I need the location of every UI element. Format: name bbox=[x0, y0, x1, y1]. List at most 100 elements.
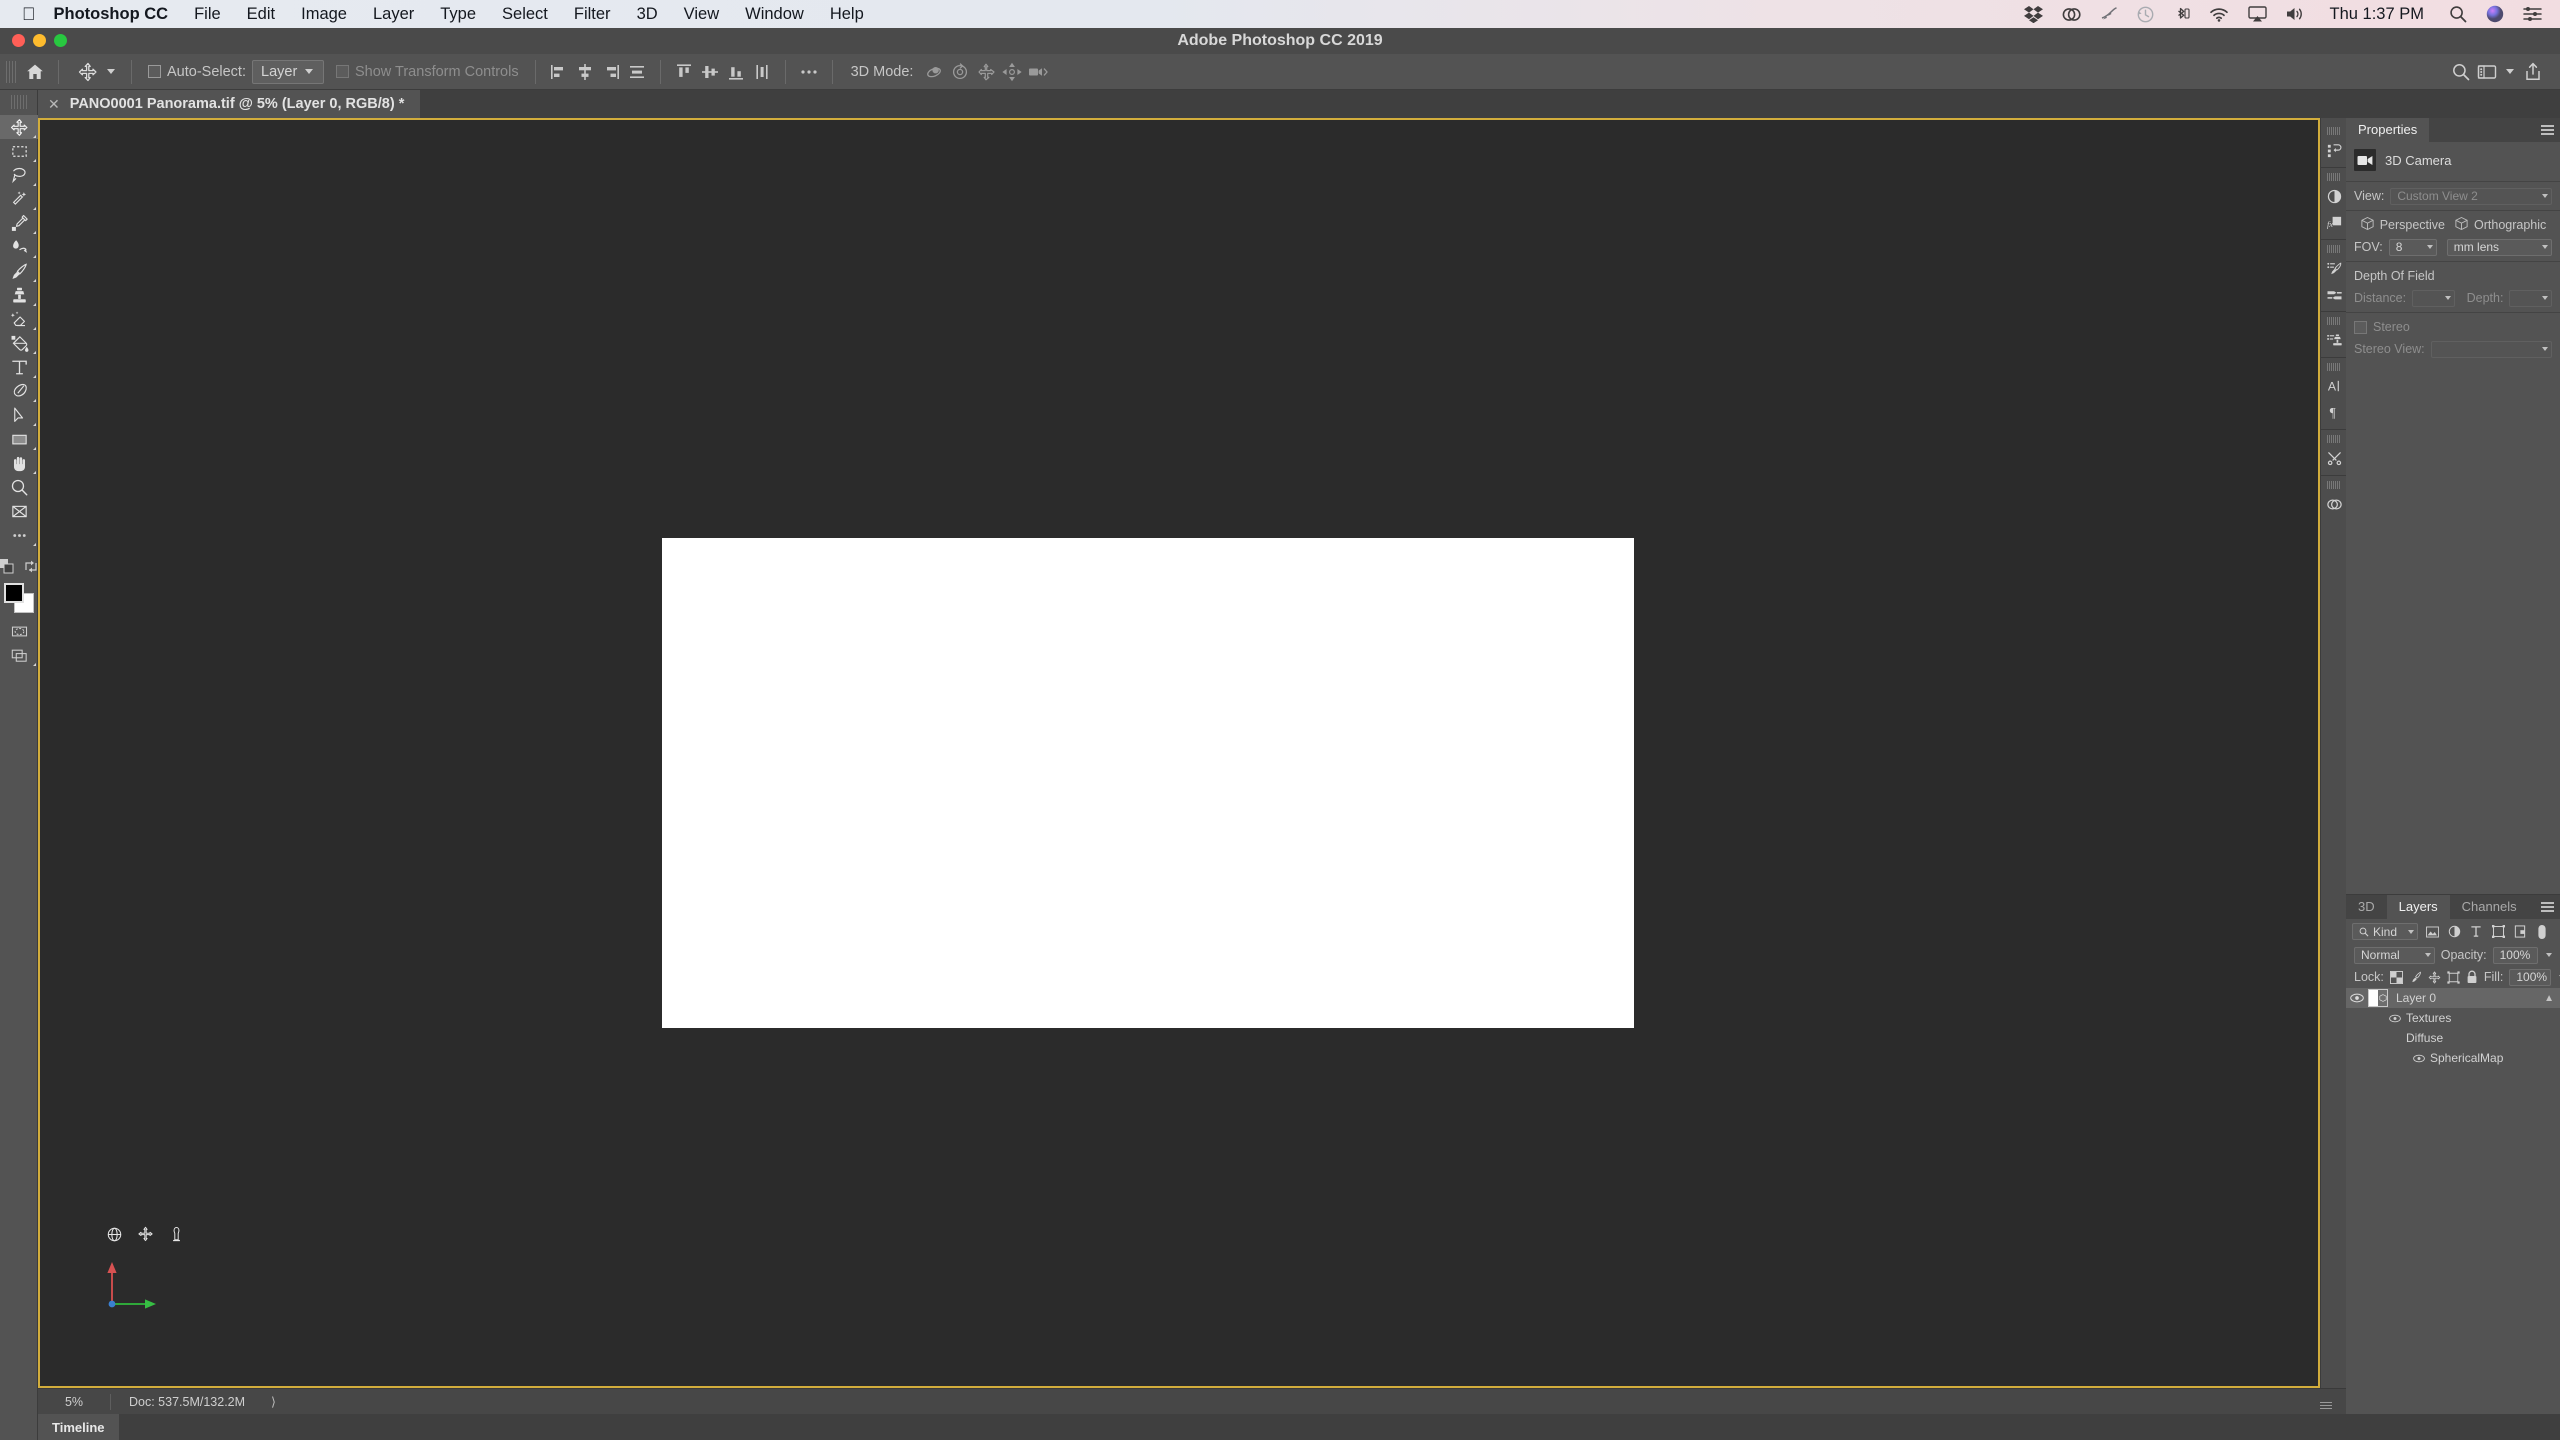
filter-adjustment-icon[interactable] bbox=[2446, 924, 2462, 940]
menu-item-3d[interactable]: 3D bbox=[624, 5, 671, 24]
airplay-icon[interactable] bbox=[2248, 6, 2267, 22]
rail-grip[interactable] bbox=[2327, 127, 2341, 135]
rail-grip[interactable] bbox=[2327, 435, 2341, 443]
tool-edit-toolbar[interactable] bbox=[0, 523, 38, 547]
share-icon[interactable] bbox=[2520, 59, 2546, 85]
swoosh-icon[interactable] bbox=[2100, 6, 2118, 22]
chevron-down-icon[interactable] bbox=[2427, 245, 2433, 249]
rail-grip[interactable] bbox=[2327, 173, 2341, 181]
layer-row-textures[interactable]: Textures bbox=[2346, 1008, 2560, 1028]
auto-select-checkbox[interactable] bbox=[148, 65, 161, 78]
panel-collapse-icon[interactable] bbox=[2320, 1402, 2332, 1410]
menu-item-app-name[interactable]: Photoshop CC bbox=[50, 5, 182, 24]
layer-visibility-icon[interactable] bbox=[2346, 993, 2368, 1003]
chevron-right-icon[interactable]: ⟩ bbox=[245, 1394, 276, 1409]
depth-input[interactable] bbox=[2509, 290, 2552, 307]
auto-select-group[interactable]: Auto-Select: Layer bbox=[142, 59, 330, 85]
tab-properties[interactable]: Properties bbox=[2346, 118, 2429, 142]
orthographic-cube-icon[interactable] bbox=[2454, 216, 2469, 234]
document-artboard[interactable] bbox=[662, 538, 1634, 1028]
perspective-cube-icon[interactable] bbox=[2360, 216, 2375, 234]
canvas-area[interactable] bbox=[38, 118, 2320, 1388]
rail-grip[interactable] bbox=[2327, 317, 2341, 325]
align-horizontal-centers-icon[interactable] bbox=[572, 59, 598, 85]
layer-name[interactable]: Diffuse bbox=[2406, 1031, 2443, 1045]
close-icon[interactable]: ✕ bbox=[48, 96, 60, 113]
tool-flyout-icon[interactable] bbox=[33, 279, 36, 282]
screen-mode-button[interactable] bbox=[0, 643, 38, 667]
filter-pixel-icon[interactable] bbox=[2424, 924, 2440, 940]
rail-grip[interactable] bbox=[2327, 363, 2341, 371]
layer-row-diffuse[interactable]: Diffuse bbox=[2346, 1028, 2560, 1048]
tab-layers[interactable]: Layers bbox=[2387, 895, 2450, 919]
search-icon[interactable] bbox=[2448, 59, 2474, 85]
layer-name[interactable]: Textures bbox=[2406, 1011, 2451, 1025]
layer-visibility-icon[interactable] bbox=[2408, 1054, 2430, 1063]
panel-menu-icon[interactable] bbox=[2541, 902, 2554, 912]
tool-flyout-icon[interactable] bbox=[33, 399, 36, 402]
tab-3d[interactable]: 3D bbox=[2346, 895, 2387, 919]
tool-move[interactable] bbox=[0, 115, 38, 139]
roll-3d-icon[interactable] bbox=[947, 59, 973, 85]
zoom-level[interactable]: 5% bbox=[38, 1395, 110, 1409]
chevron-down-icon[interactable] bbox=[2506, 69, 2514, 74]
tool-flyout-icon[interactable] bbox=[33, 255, 36, 258]
filter-toggle-icon[interactable] bbox=[2534, 924, 2550, 940]
tool-flyout-icon[interactable] bbox=[33, 327, 36, 330]
more-options-icon[interactable] bbox=[796, 59, 822, 85]
tool-flyout-icon[interactable] bbox=[33, 375, 36, 378]
rail-grip[interactable] bbox=[2327, 481, 2341, 489]
layer-row-sphericalmap[interactable]: SphericalMap bbox=[2346, 1048, 2560, 1068]
menu-item-select[interactable]: Select bbox=[489, 5, 561, 24]
filter-shape-icon[interactable] bbox=[2490, 924, 2506, 940]
distribute-vertically-icon[interactable] bbox=[749, 59, 775, 85]
show-transform-checkbox[interactable] bbox=[336, 65, 349, 78]
paragraph-icon[interactable]: ¶ bbox=[2321, 399, 2347, 425]
spotlight-search-icon[interactable] bbox=[2449, 5, 2467, 23]
tab-timeline[interactable]: Timeline bbox=[38, 1414, 119, 1440]
siri-icon[interactable] bbox=[2486, 5, 2504, 23]
cc-libraries-icon[interactable] bbox=[2321, 491, 2347, 517]
blend-mode-dropdown[interactable]: Normal bbox=[2354, 947, 2435, 964]
tools-icon[interactable] bbox=[2321, 445, 2347, 471]
document-tab[interactable]: ✕ PANO0001 Panorama.tif @ 5% (Layer 0, R… bbox=[38, 90, 420, 118]
menu-item-type[interactable]: Type bbox=[427, 5, 489, 24]
stereo-checkbox[interactable] bbox=[2354, 321, 2367, 334]
zoom-3d-camera-icon[interactable] bbox=[1025, 59, 1051, 85]
workspace-switcher-icon[interactable] bbox=[2474, 59, 2500, 85]
chevron-down-icon[interactable] bbox=[2546, 953, 2552, 957]
layer-name[interactable]: Layer 0 bbox=[2396, 991, 2544, 1005]
tool-flyout-icon[interactable] bbox=[33, 231, 36, 234]
menu-item-layer[interactable]: Layer bbox=[360, 5, 427, 24]
filter-type-icon[interactable] bbox=[2468, 924, 2484, 940]
tool-healing-brush[interactable] bbox=[0, 235, 38, 259]
brush-settings-icon[interactable] bbox=[2321, 255, 2347, 281]
dropbox-icon[interactable] bbox=[2024, 6, 2043, 23]
align-left-edges-icon[interactable] bbox=[546, 59, 572, 85]
tool-brush[interactable] bbox=[0, 259, 38, 283]
bluetooth-icon[interactable] bbox=[2173, 6, 2190, 23]
align-vertical-centers-icon[interactable] bbox=[697, 59, 723, 85]
tool-flyout-icon[interactable] bbox=[33, 663, 36, 666]
character-icon[interactable]: A bbox=[2321, 373, 2347, 399]
lock-image-pixels-icon[interactable] bbox=[2409, 969, 2422, 985]
fill-input[interactable]: 100% bbox=[2509, 969, 2551, 986]
document-info[interactable]: Doc: 537.5M/132.2M bbox=[111, 1395, 245, 1409]
clone-source-icon[interactable] bbox=[2321, 327, 2347, 353]
history-icon[interactable] bbox=[2321, 137, 2347, 163]
swap-colors-icon[interactable] bbox=[24, 559, 39, 579]
align-right-edges-icon[interactable] bbox=[598, 59, 624, 85]
menu-bar-clock[interactable]: Thu 1:37 PM bbox=[2324, 5, 2430, 24]
lock-all-icon[interactable] bbox=[2466, 969, 2478, 985]
lock-transparent-pixels-icon[interactable] bbox=[2390, 969, 2403, 985]
tool-hand[interactable] bbox=[0, 451, 38, 475]
filter-smart-object-icon[interactable] bbox=[2512, 924, 2528, 940]
menu-item-window[interactable]: Window bbox=[732, 5, 817, 24]
tool-gradient[interactable] bbox=[0, 331, 38, 355]
default-colors-icon[interactable] bbox=[0, 559, 14, 579]
tool-lasso[interactable] bbox=[0, 163, 38, 187]
layer-row-layer-0[interactable]: Layer 0 ▲ bbox=[2346, 988, 2560, 1008]
foreground-color-swatch[interactable] bbox=[4, 583, 24, 603]
tool-flyout-icon[interactable] bbox=[33, 207, 36, 210]
menu-item-image[interactable]: Image bbox=[288, 5, 360, 24]
